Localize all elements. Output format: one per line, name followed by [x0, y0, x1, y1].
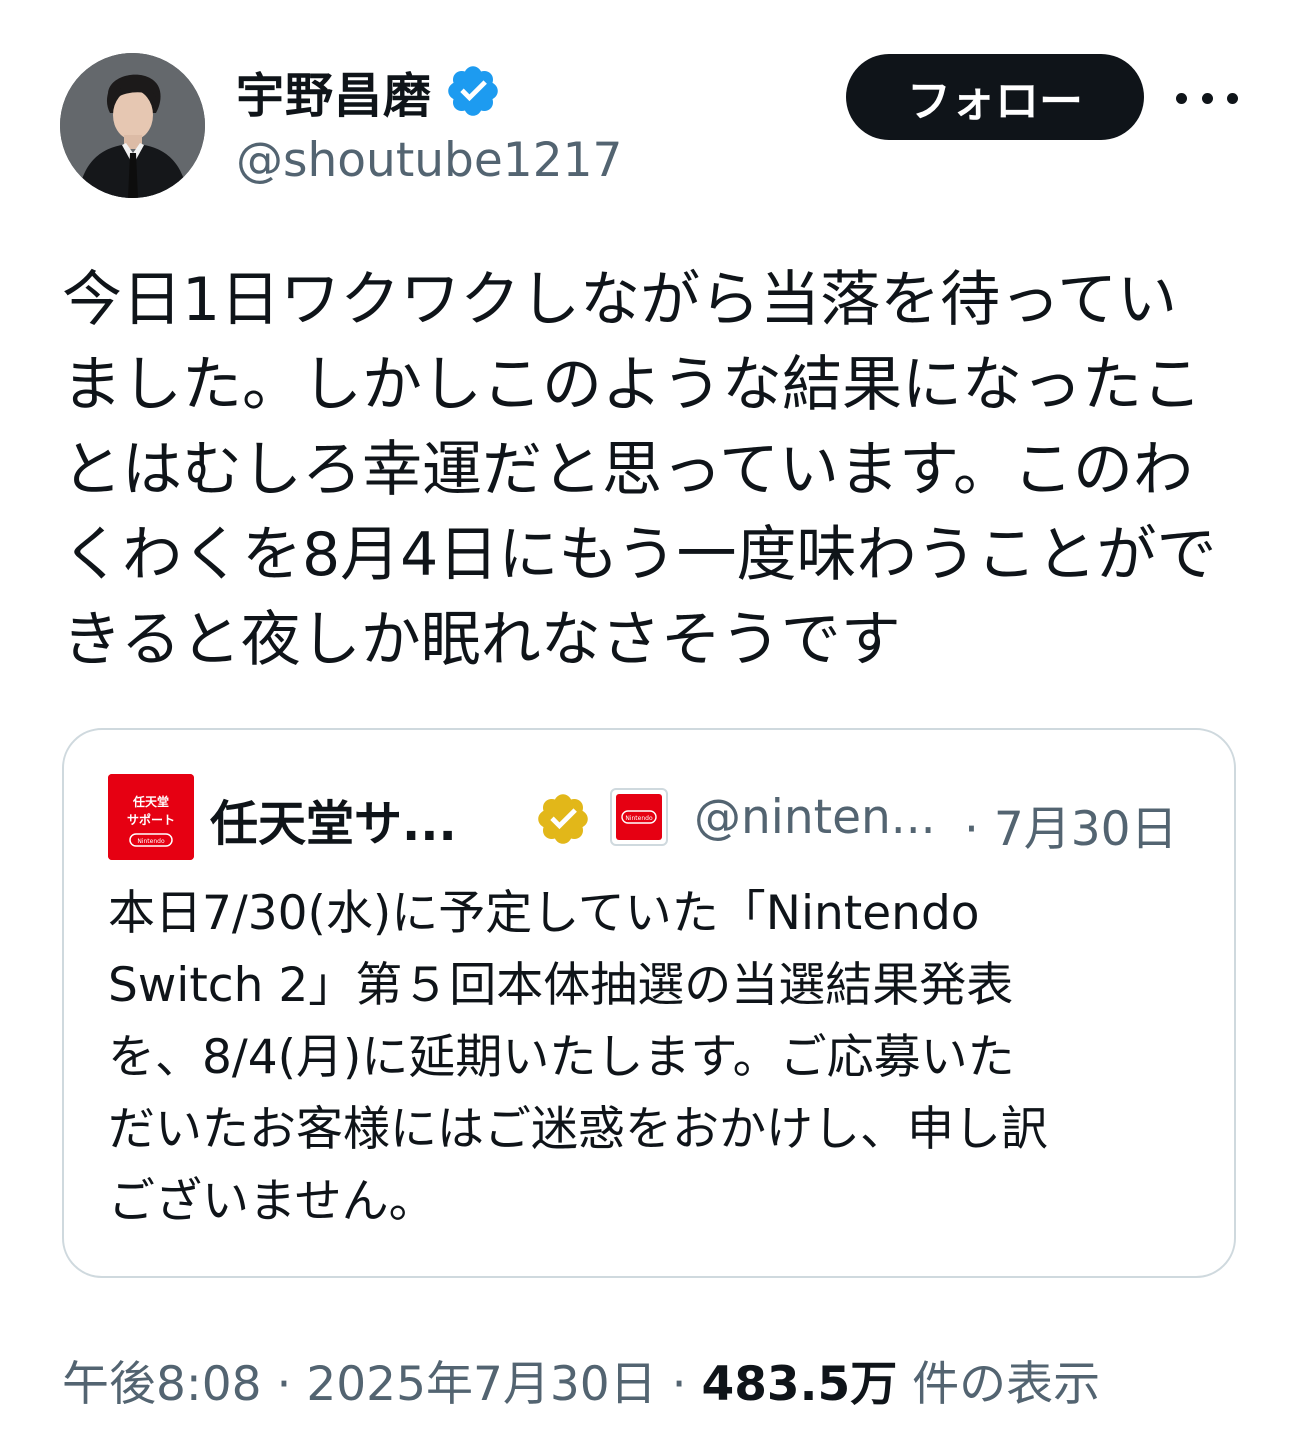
- author-avatar[interactable]: [60, 53, 205, 198]
- tweet-metadata: 午後8:08 · 2025年7月30日 · 483.5万 件の表示: [62, 1345, 1100, 1414]
- logo-brand: Nintendo: [137, 838, 165, 845]
- tweet-text: 今日1日ワクワクしながら当落を待ってい ました。しかしこのような結果になったこ …: [62, 265, 1217, 675]
- quoted-date[interactable]: · 7月30日: [964, 790, 1178, 859]
- affiliate-brand: Nintendo: [625, 815, 653, 822]
- views-label[interactable]: 件の表示: [897, 1357, 1100, 1412]
- quoted-author-avatar[interactable]: 任天堂 サポート Nintendo: [108, 774, 194, 860]
- author-name-row: 宇野昌磨: [236, 56, 502, 126]
- verified-badge-icon[interactable]: [444, 62, 502, 120]
- quoted-tweet[interactable]: 任天堂 サポート Nintendo 任天堂サ... Nintendo @nint…: [62, 728, 1236, 1278]
- post-date[interactable]: 2025年7月30日: [306, 1357, 656, 1412]
- dot: [1201, 92, 1213, 104]
- logo-line1: 任天堂: [132, 794, 169, 809]
- profile-photo: [60, 53, 205, 198]
- views-count[interactable]: 483.5万: [702, 1357, 898, 1412]
- quoted-text: 本日7/30(水)に予定していた「Nintendo Switch 2」第５回本体…: [108, 886, 1048, 1229]
- dot: [1227, 92, 1238, 104]
- quoted-display-name[interactable]: 任天堂サ...: [210, 784, 457, 854]
- quoted-handle[interactable]: @ninten...: [694, 790, 936, 845]
- separator: ·: [261, 1357, 307, 1412]
- logo-line2: サポート: [127, 812, 175, 827]
- author-handle[interactable]: @shoutube1217: [236, 133, 622, 188]
- nintendo-support-logo-icon: 任天堂 サポート Nintendo: [108, 774, 194, 860]
- follow-button[interactable]: フォロー: [846, 54, 1144, 140]
- author-display-name[interactable]: 宇野昌磨: [236, 56, 432, 126]
- nintendo-logo-icon: Nintendo: [616, 794, 662, 840]
- tweet-card: 宇野昌磨 @shoutube1217 フォロー 今日1日ワクワクしながら当落を待…: [0, 0, 1300, 1444]
- dot: [1176, 92, 1187, 104]
- nintendo-affiliate-badge-icon[interactable]: Nintendo: [610, 788, 668, 846]
- gold-verified-badge-icon[interactable]: [534, 790, 592, 848]
- post-time[interactable]: 午後8:08: [62, 1357, 262, 1412]
- more-icon[interactable]: [1176, 72, 1238, 124]
- separator: ·: [656, 1357, 702, 1412]
